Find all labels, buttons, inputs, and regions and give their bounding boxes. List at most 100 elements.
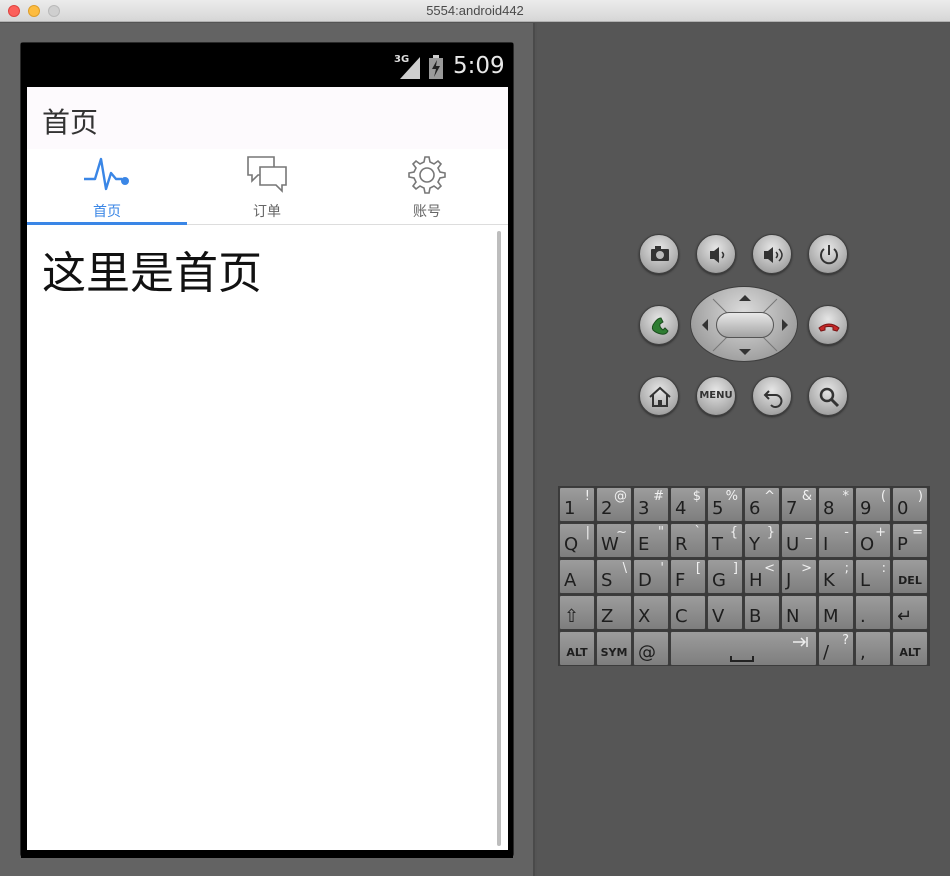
volume-up-icon xyxy=(764,247,783,263)
tab-account[interactable]: 账号 xyxy=(347,149,507,225)
volume-down-button[interactable] xyxy=(696,234,736,274)
key-f[interactable]: F[ xyxy=(670,559,706,594)
key-z[interactable]: Z xyxy=(596,595,632,630)
key-0[interactable]: 0) xyxy=(892,487,928,522)
key-o[interactable]: O + xyxy=(855,523,891,558)
key-k[interactable]: K; xyxy=(818,559,854,594)
key-l[interactable]: L: xyxy=(855,559,891,594)
key-label: O xyxy=(860,534,875,555)
key-del[interactable]: DEL xyxy=(892,559,928,594)
key-v[interactable]: V xyxy=(707,595,743,630)
key-sym[interactable]: SYM xyxy=(596,631,632,666)
page-title: 首页 xyxy=(42,106,99,139)
key-alt-label: " xyxy=(658,525,664,540)
key-alt-label: ; xyxy=(844,561,849,576)
key-1[interactable]: 1! xyxy=(559,487,595,522)
key-2[interactable]: 2 @ xyxy=(596,487,632,522)
key-9[interactable]: 9( xyxy=(855,487,891,522)
menu-button[interactable]: MENU xyxy=(696,376,736,416)
camera-button[interactable] xyxy=(639,234,679,274)
key-t[interactable]: T{ xyxy=(707,523,743,558)
dpad[interactable] xyxy=(690,286,798,362)
dpad-center-button[interactable] xyxy=(716,312,774,338)
key-alt-label: ` xyxy=(694,525,702,540)
home-button[interactable] xyxy=(639,376,679,416)
key-e[interactable]: E " xyxy=(633,523,669,558)
key-[interactable]: ↵ xyxy=(892,595,928,630)
key-w[interactable]: W ~ xyxy=(596,523,632,558)
key-r[interactable]: R ` xyxy=(670,523,706,558)
key-s[interactable]: S \ xyxy=(596,559,632,594)
key-label: L xyxy=(860,570,871,591)
volume-down-icon xyxy=(710,247,725,263)
key-label: 8 xyxy=(823,498,835,519)
back-button[interactable] xyxy=(752,376,792,416)
key-[interactable]: @ xyxy=(633,631,669,666)
key-i[interactable]: I- xyxy=(818,523,854,558)
key-j[interactable]: J > xyxy=(781,559,817,594)
key-x[interactable]: X xyxy=(633,595,669,630)
key-label: D xyxy=(638,570,652,591)
key-alt-label: | xyxy=(585,525,590,540)
key-label: H xyxy=(749,570,763,591)
key-alt-label: + xyxy=(875,525,886,540)
key-p[interactable]: P = xyxy=(892,523,928,558)
key-label: 0 xyxy=(897,498,909,519)
key-alt-label: ^ xyxy=(764,489,775,504)
key-label: A xyxy=(564,570,577,591)
key-g[interactable]: G] xyxy=(707,559,743,594)
key-3[interactable]: 3 # xyxy=(633,487,669,522)
key-label: G xyxy=(712,570,726,591)
space-icon xyxy=(730,637,808,662)
app-bar: 首页 xyxy=(27,87,508,149)
key-c[interactable]: C xyxy=(670,595,706,630)
key-[interactable]: /? xyxy=(818,631,854,666)
key-label: 7 xyxy=(786,498,798,519)
search-button[interactable] xyxy=(808,376,848,416)
key-alt-label: @ xyxy=(614,489,627,504)
key-5[interactable]: 5% xyxy=(707,487,743,522)
key-d[interactable]: D ' xyxy=(633,559,669,594)
key-[interactable]: ⇧ xyxy=(559,595,595,630)
key-alt-label: ~ xyxy=(616,525,627,540)
search-icon xyxy=(819,387,840,408)
key-h[interactable]: H < xyxy=(744,559,780,594)
power-icon xyxy=(820,245,838,265)
tab-home[interactable]: 首页 xyxy=(27,149,187,225)
key-alt[interactable]: ALT xyxy=(559,631,595,666)
key-b[interactable]: B xyxy=(744,595,780,630)
key-alt-label: # xyxy=(653,489,664,504)
battery-icon xyxy=(429,55,443,79)
key-u[interactable]: U _ xyxy=(781,523,817,558)
key-alt-label: * xyxy=(842,489,850,504)
key-6[interactable]: 6 ^ xyxy=(744,487,780,522)
key-a[interactable]: A xyxy=(559,559,595,594)
key-7[interactable]: 7 & xyxy=(781,487,817,522)
key-label: SYM xyxy=(600,646,628,659)
back-arrow-icon xyxy=(763,390,783,408)
key-m[interactable]: M xyxy=(818,595,854,630)
key-[interactable]: , xyxy=(855,631,891,666)
key-q[interactable]: Q | xyxy=(559,523,595,558)
power-button[interactable] xyxy=(808,234,848,274)
tab-orders[interactable]: 订单 xyxy=(187,149,347,225)
scrollbar[interactable] xyxy=(497,231,501,846)
call-button[interactable] xyxy=(639,305,679,345)
volume-up-button[interactable] xyxy=(752,234,792,274)
key-alt[interactable]: ALT xyxy=(892,631,928,666)
key-alt-label: < xyxy=(764,561,775,576)
key-alt-label: \ xyxy=(622,561,627,576)
key-y[interactable]: Y} xyxy=(744,523,780,558)
key-n[interactable]: N xyxy=(781,595,817,630)
signal-icon xyxy=(400,57,420,79)
key-4[interactable]: 4 $ xyxy=(670,487,706,522)
end-call-button[interactable] xyxy=(808,305,848,345)
android-device: 3G 5:09 首页 首页 订单 账号 这里是首页 xyxy=(20,42,514,858)
key-label: R xyxy=(675,534,688,555)
key-space[interactable] xyxy=(670,631,817,666)
controls-pane xyxy=(537,23,950,876)
key-label: 4 xyxy=(675,498,687,519)
key-[interactable]: . xyxy=(855,595,891,630)
gear-icon xyxy=(408,156,446,194)
key-8[interactable]: 8 * xyxy=(818,487,854,522)
